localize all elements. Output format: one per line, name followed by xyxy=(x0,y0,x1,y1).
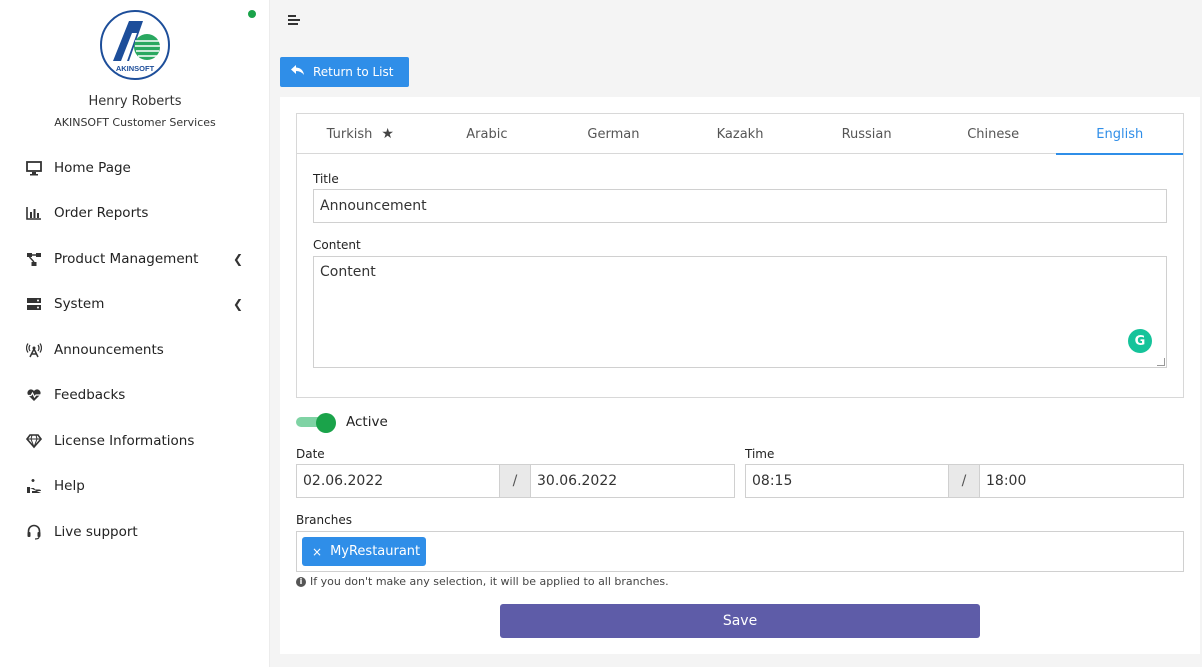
reply-arrow-icon xyxy=(291,64,304,80)
branches-label: Branches xyxy=(296,513,352,527)
sidebar-item-label: Product Management xyxy=(54,250,199,267)
user-name: Henry Roberts xyxy=(88,94,182,109)
sidebar-item-help[interactable]: Help xyxy=(0,464,270,510)
sidebar-item-label: License Informations xyxy=(54,432,195,449)
tab-chinese[interactable]: Chinese xyxy=(930,114,1057,154)
sidebar-item-label: Announcements xyxy=(54,341,164,358)
tab-label: Turkish xyxy=(326,126,373,142)
tab-german[interactable]: German xyxy=(550,114,677,154)
time-end-input[interactable]: 18:00 xyxy=(979,464,1184,498)
content-value: Content xyxy=(320,264,376,280)
chevron-left-icon: ❮ xyxy=(233,251,244,266)
sidebar-item-announcements[interactable]: Announcements xyxy=(0,327,270,373)
diamond-icon xyxy=(25,432,43,450)
return-to-list-label: Return to List xyxy=(313,65,394,79)
bar-chart-icon xyxy=(25,204,43,222)
user-role: AKINSOFT Customer Services xyxy=(54,116,216,129)
save-button[interactable]: Save xyxy=(500,604,980,638)
sitemap-icon xyxy=(25,250,43,268)
tab-label: Russian xyxy=(841,126,892,142)
sidebar-item-live-support[interactable]: Live support xyxy=(0,509,270,555)
time-start-value: 08:15 xyxy=(752,473,793,489)
monitor-icon xyxy=(25,159,43,177)
sidebar-item-label: Help xyxy=(54,478,85,495)
help-hand-icon xyxy=(25,477,43,495)
language-panel: Turkish ★ Arabic German Kazakh Russian C… xyxy=(296,113,1184,398)
time-start-input[interactable]: 08:15 xyxy=(745,464,949,498)
tab-label: German xyxy=(587,126,640,142)
active-toggle[interactable] xyxy=(296,413,336,433)
sidebar-item-order-reports[interactable]: Order Reports xyxy=(0,191,270,237)
akinsoft-logo: AKINSOFT xyxy=(100,10,170,80)
date-start-input[interactable]: 02.06.2022 xyxy=(296,464,500,498)
sidebar-item-system[interactable]: System ❮ xyxy=(0,282,270,328)
branches-hint: i If you don't make any selection, it wi… xyxy=(296,575,669,588)
sidebar: AKINSOFT Henry Roberts AKINSOFT Customer… xyxy=(0,0,270,667)
logo-text: AKINSOFT xyxy=(116,64,155,73)
tab-label: English xyxy=(1096,126,1144,142)
broadcast-icon xyxy=(25,341,43,359)
title-label: Title xyxy=(313,172,339,186)
sidebar-item-license-informations[interactable]: License Informations xyxy=(0,418,270,464)
sidebar-item-label: Live support xyxy=(54,523,138,540)
tab-label: Arabic xyxy=(466,126,508,142)
tab-english[interactable]: English xyxy=(1056,114,1183,155)
title-input[interactable]: Announcement xyxy=(313,189,1167,223)
tab-russian[interactable]: Russian xyxy=(803,114,930,154)
star-icon: ★ xyxy=(381,126,394,142)
tab-kazakh[interactable]: Kazakh xyxy=(677,114,804,154)
sidebar-item-product-management[interactable]: Product Management ❮ xyxy=(0,236,270,282)
announcement-form-card: Turkish ★ Arabic German Kazakh Russian C… xyxy=(280,97,1200,654)
sidebar-item-home-page[interactable]: Home Page xyxy=(0,145,270,191)
sidebar-item-label: Home Page xyxy=(54,159,131,176)
menu-toggle-icon[interactable] xyxy=(288,15,302,27)
server-icon xyxy=(25,295,43,313)
date-end-input[interactable]: 30.06.2022 xyxy=(530,464,735,498)
branch-chip[interactable]: × MyRestaurant xyxy=(302,537,427,566)
title-value: Announcement xyxy=(320,198,427,214)
info-icon: i xyxy=(296,576,306,587)
date-end-value: 30.06.2022 xyxy=(537,473,618,489)
toggle-knob xyxy=(316,413,336,433)
date-range-separator: / xyxy=(499,464,531,498)
online-status-dot xyxy=(248,10,256,18)
tab-turkish[interactable]: Turkish ★ xyxy=(297,114,424,154)
content-label: Content xyxy=(313,238,361,252)
return-to-list-button[interactable]: Return to List xyxy=(280,57,409,87)
sidebar-item-label: System xyxy=(54,296,105,313)
sidebar-item-label: Feedbacks xyxy=(54,387,126,404)
content-textarea[interactable]: Content G xyxy=(313,256,1167,368)
date-label: Date xyxy=(296,447,325,461)
date-start-value: 02.06.2022 xyxy=(303,473,384,489)
grammarly-icon[interactable]: G xyxy=(1128,329,1152,353)
language-tabs: Turkish ★ Arabic German Kazakh Russian C… xyxy=(297,114,1183,155)
active-label: Active xyxy=(346,414,388,430)
remove-chip-icon[interactable]: × xyxy=(312,545,322,559)
sidebar-menu: Home Page Order Reports Product Manageme… xyxy=(0,145,270,555)
tab-label: Kazakh xyxy=(716,126,764,142)
time-range-separator: / xyxy=(948,464,980,498)
chevron-left-icon: ❮ xyxy=(233,297,244,312)
tab-arabic[interactable]: Arabic xyxy=(424,114,551,154)
heartbeat-icon xyxy=(25,386,43,404)
branch-chip-label: MyRestaurant xyxy=(330,544,421,559)
headset-icon xyxy=(25,523,43,541)
time-label: Time xyxy=(745,447,775,461)
branches-hint-text: If you don't make any selection, it will… xyxy=(310,575,669,588)
tab-label: Chinese xyxy=(967,126,1020,142)
sidebar-item-label: Order Reports xyxy=(54,205,149,222)
time-end-value: 18:00 xyxy=(986,473,1027,489)
resize-handle[interactable] xyxy=(1157,358,1165,366)
branches-select[interactable]: × MyRestaurant xyxy=(296,531,1184,572)
sidebar-item-feedbacks[interactable]: Feedbacks xyxy=(0,373,270,419)
